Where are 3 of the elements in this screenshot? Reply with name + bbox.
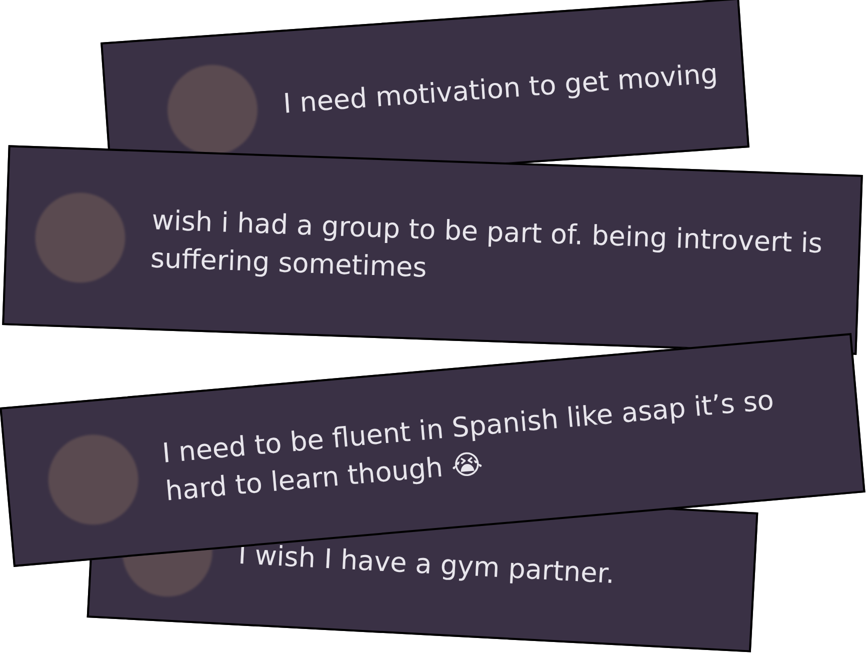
tweet-text: I need motivation to get moving bbox=[282, 58, 720, 122]
tweet-text: I need to be fluent in Spanish like asap it’s so hard to learn though 😭 bbox=[160, 384, 776, 510]
tweet-text: wish i had a group to be part of. being introvert is suffering sometimes bbox=[150, 204, 824, 286]
